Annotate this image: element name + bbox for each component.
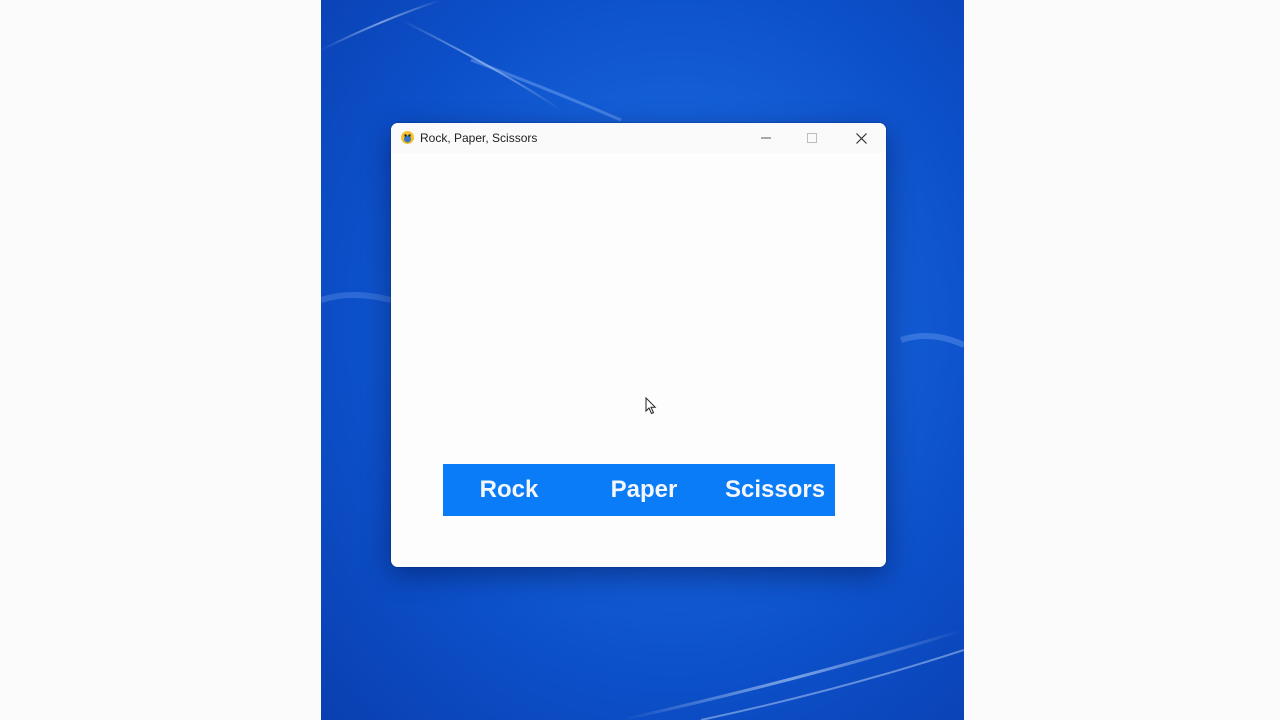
- window-title: Rock, Paper, Scissors: [420, 131, 538, 145]
- choice-button-bar: Rock Paper Scissors: [443, 464, 835, 516]
- minimize-icon: [761, 137, 771, 139]
- game-window: Rock, Paper, Scissors Rock Paper Scissor…: [391, 123, 886, 567]
- game-canvas[interactable]: Rock Paper Scissors: [391, 153, 886, 567]
- paper-button[interactable]: Paper: [598, 464, 690, 516]
- minimize-button[interactable]: [743, 123, 789, 153]
- pygame-snake-icon: [401, 131, 414, 144]
- close-icon: [855, 132, 867, 144]
- maximize-icon: [807, 133, 817, 143]
- maximize-button[interactable]: [789, 123, 835, 153]
- rock-button[interactable]: Rock: [463, 464, 555, 516]
- scissors-button[interactable]: Scissors: [725, 464, 835, 516]
- close-button[interactable]: [838, 123, 884, 153]
- window-titlebar[interactable]: Rock, Paper, Scissors: [391, 123, 886, 153]
- mouse-cursor-icon: [645, 397, 657, 415]
